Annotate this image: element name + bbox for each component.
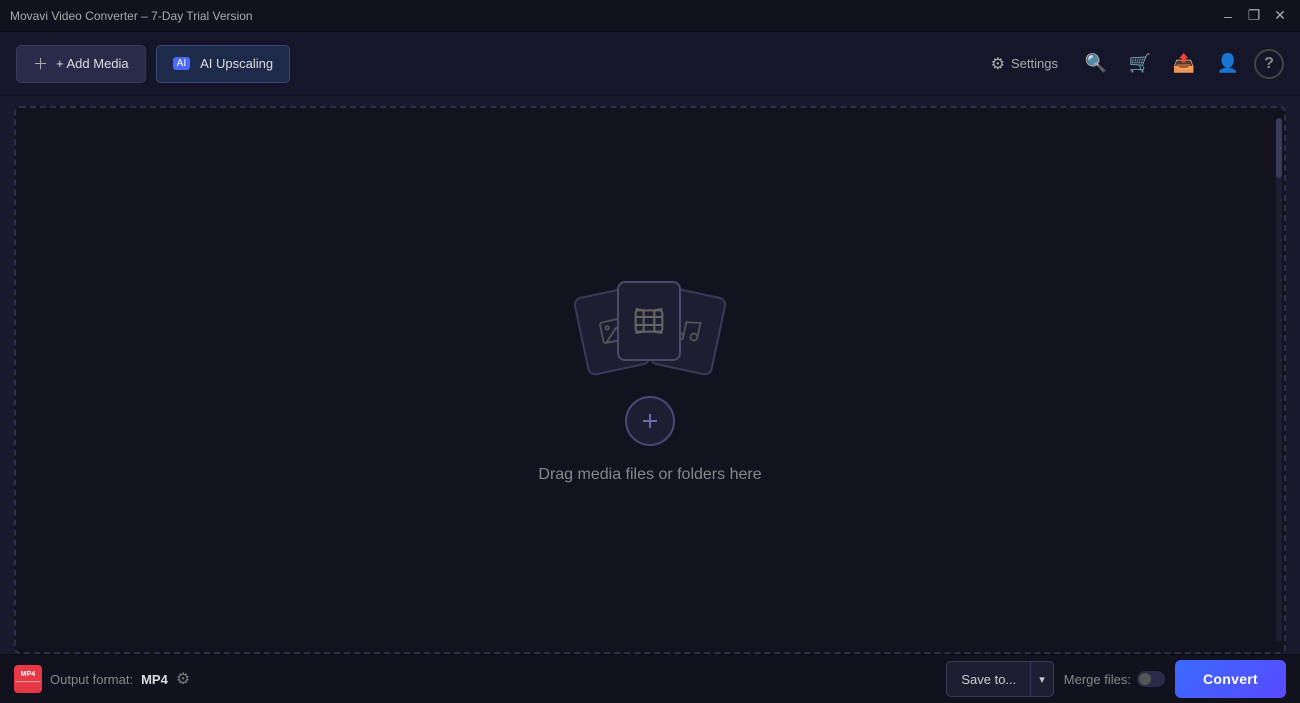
- save-to-group: Save to... ▾: [946, 661, 1053, 697]
- scrollbar[interactable]: [1276, 118, 1282, 642]
- format-thumb-label: MP4─────: [16, 671, 41, 688]
- merge-files-label: Merge files:: [1064, 672, 1131, 687]
- settings-label: Settings: [1011, 56, 1058, 71]
- add-icon: ＋: [33, 53, 48, 74]
- output-label: Output format:: [50, 672, 133, 687]
- dropdown-arrow-icon: ▾: [1039, 673, 1045, 686]
- toolbar-left: ＋ + Add Media AI AI Upscaling: [16, 45, 290, 83]
- cart-icon: 🛒: [1129, 53, 1151, 74]
- add-media-button[interactable]: ＋ + Add Media: [16, 45, 146, 83]
- minimize-button[interactable]: –: [1218, 6, 1238, 26]
- bottom-bar: MP4───── Output format: MP4 ⚙ Save to...…: [0, 654, 1300, 703]
- dropzone[interactable]: Drag media files or folders here: [14, 106, 1286, 654]
- output-format-section: MP4───── Output format: MP4 ⚙: [14, 665, 190, 693]
- media-icons-group: [570, 276, 730, 376]
- merge-files-section: Merge files:: [1064, 671, 1165, 687]
- toolbar: ＋ + Add Media AI AI Upscaling ⚙ Settings…: [0, 32, 1300, 96]
- output-format-value: MP4: [141, 672, 168, 687]
- drag-text: Drag media files or folders here: [538, 466, 761, 484]
- bottom-right-controls: Save to... ▾ Merge files: Convert: [946, 660, 1286, 698]
- ai-upscaling-button[interactable]: AI AI Upscaling: [156, 45, 290, 83]
- maximize-button[interactable]: ❐: [1244, 6, 1264, 26]
- settings-icon: ⚙: [991, 54, 1005, 74]
- ai-upscaling-label: AI Upscaling: [200, 56, 273, 71]
- add-media-label: + Add Media: [56, 56, 129, 71]
- titlebar: Movavi Video Converter – 7-Day Trial Ver…: [0, 0, 1300, 32]
- convert-label: Convert: [1203, 671, 1258, 687]
- close-button[interactable]: ✕: [1270, 6, 1290, 26]
- add-circle-button[interactable]: [625, 396, 675, 446]
- convert-button[interactable]: Convert: [1175, 660, 1286, 698]
- share-icon: 📤: [1173, 53, 1195, 74]
- titlebar-controls: – ❐ ✕: [1218, 6, 1290, 26]
- format-thumbnail: MP4─────: [14, 665, 42, 693]
- save-to-dropdown-button[interactable]: ▾: [1031, 661, 1054, 697]
- titlebar-title: Movavi Video Converter – 7-Day Trial Ver…: [10, 9, 253, 23]
- cart-button[interactable]: 🛒: [1122, 46, 1158, 82]
- help-icon: ?: [1264, 55, 1274, 73]
- merge-files-toggle[interactable]: [1137, 671, 1165, 687]
- video-card: [617, 281, 681, 361]
- user-icon: 👤: [1217, 53, 1239, 74]
- ai-badge: AI: [173, 57, 190, 70]
- save-to-label: Save to...: [961, 672, 1016, 687]
- share-button[interactable]: 📤: [1166, 46, 1202, 82]
- search-icon: 🔍: [1085, 53, 1107, 74]
- toggle-circle: [1139, 673, 1151, 685]
- search-button[interactable]: 🔍: [1078, 46, 1114, 82]
- user-button[interactable]: 👤: [1210, 46, 1246, 82]
- dropzone-content: Drag media files or folders here: [538, 276, 761, 484]
- output-settings-icon[interactable]: ⚙: [176, 669, 190, 689]
- save-to-button[interactable]: Save to...: [946, 661, 1031, 697]
- settings-button[interactable]: ⚙ Settings: [979, 46, 1070, 82]
- scrollbar-thumb[interactable]: [1276, 118, 1282, 178]
- help-button[interactable]: ?: [1254, 49, 1284, 79]
- toolbar-right: ⚙ Settings 🔍 🛒 📤 👤 ?: [979, 46, 1284, 82]
